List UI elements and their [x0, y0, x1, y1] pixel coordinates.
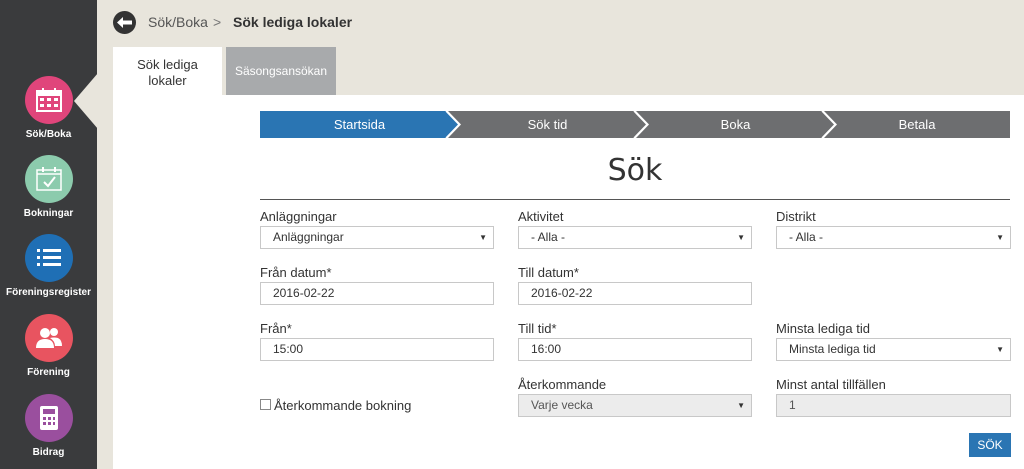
dropdown-caret-icon: ▼ [479, 233, 487, 242]
sidebar-item-bokningar[interactable]: Bokningar [0, 155, 97, 219]
sidebar-item-label: Bidrag [32, 447, 65, 458]
fran-datum-value: 2016-02-22 [273, 286, 335, 300]
till-datum-label: Till datum* [518, 265, 579, 280]
fran-input[interactable]: 15:00 [260, 338, 494, 361]
breadcrumb: Sök/Boka > Sök lediga lokaler [97, 0, 1024, 46]
aktivitet-label: Aktivitet [518, 209, 564, 224]
aterkommande-bokning-label[interactable]: Återkommande bokning [274, 398, 411, 413]
aterkommande-value: Varje vecka [531, 398, 593, 412]
tab-sasongsansokan[interactable]: Säsongsansökan [226, 47, 336, 95]
till-datum-value: 2016-02-22 [531, 286, 593, 300]
minsta-lediga-tid-value: Minsta lediga tid [789, 342, 876, 356]
booking-steps: Startsida Sök tid Boka Betala [260, 111, 1010, 138]
fran-label: Från* [260, 321, 292, 336]
back-arrow-icon[interactable] [113, 11, 136, 34]
dropdown-caret-icon: ▼ [996, 345, 1004, 354]
sidebar-item-label: Sök/Boka [25, 129, 72, 140]
aterkommande-label: Återkommande [518, 377, 607, 392]
calculator-icon [24, 394, 73, 442]
minst-antal-value: 1 [789, 398, 796, 412]
title-divider [260, 199, 1010, 200]
aktivitet-select[interactable]: - Alla - ▼ [518, 226, 752, 249]
anlaggningar-select[interactable]: Anläggningar ▼ [260, 226, 494, 249]
till-tid-label: Till tid* [518, 321, 557, 336]
step-betala[interactable]: Betala [824, 111, 1010, 138]
step-sok-tid[interactable]: Sök tid [448, 111, 647, 138]
tab-label: Säsongsansökan [234, 64, 328, 78]
list-icon [24, 234, 73, 282]
fran-datum-label: Från datum* [260, 265, 332, 280]
minsta-lediga-tid-label: Minsta lediga tid [776, 321, 870, 336]
tab-label: Sök lediga lokaler [137, 57, 198, 88]
step-boka[interactable]: Boka [636, 111, 835, 138]
dropdown-caret-icon: ▼ [737, 401, 745, 410]
breadcrumb-separator: > [213, 14, 222, 30]
till-tid-input[interactable]: 16:00 [518, 338, 752, 361]
breadcrumb-current: Sök lediga lokaler [233, 14, 353, 30]
minst-antal-label: Minst antal tillfällen [776, 377, 886, 392]
aktivitet-value: - Alla - [531, 230, 566, 244]
breadcrumb-parent-link[interactable]: Sök/Boka [148, 14, 208, 30]
till-datum-input[interactable]: 2016-02-22 [518, 282, 752, 305]
calendar-icon [24, 76, 73, 124]
sidebar-item-label: Föreningsregister [5, 287, 92, 298]
dropdown-caret-icon: ▼ [996, 233, 1004, 242]
till-tid-value: 16:00 [531, 342, 562, 356]
distrikt-label: Distrikt [776, 209, 816, 224]
search-button[interactable]: SÖK [969, 433, 1011, 457]
fran-value: 15:00 [273, 342, 304, 356]
sidebar-item-label: Bokningar [23, 208, 74, 219]
sidebar-item-label: Förening [27, 367, 70, 378]
sidebar-item-bidrag[interactable]: Bidrag [0, 394, 97, 458]
sidebar-item-foreningsregister[interactable]: Föreningsregister [0, 234, 97, 298]
minsta-lediga-tid-select[interactable]: Minsta lediga tid ▼ [776, 338, 1011, 361]
step-startsida[interactable]: Startsida [260, 111, 459, 138]
sidebar-item-forening[interactable]: Förening [0, 314, 97, 378]
fran-datum-input[interactable]: 2016-02-22 [260, 282, 494, 305]
aterkommande-bokning-checkbox[interactable] [260, 399, 271, 410]
tab-sok-lediga-lokaler[interactable]: Sök lediga lokaler [113, 47, 222, 97]
distrikt-value: - Alla - [789, 230, 824, 244]
sidebar: Sök/Boka Bokningar Föreningsregister För… [0, 0, 97, 469]
aterkommande-select[interactable]: Varje vecka ▼ [518, 394, 752, 417]
minst-antal-input[interactable]: 1 [776, 394, 1011, 417]
anlaggningar-label: Anläggningar [260, 209, 337, 224]
active-nav-pointer [74, 73, 98, 129]
anlaggningar-value: Anläggningar [273, 230, 344, 244]
users-icon [24, 314, 73, 362]
dropdown-caret-icon: ▼ [737, 233, 745, 242]
distrikt-select[interactable]: - Alla - ▼ [776, 226, 1011, 249]
page-title: Sök [607, 153, 663, 188]
calendar-check-icon [24, 155, 73, 203]
